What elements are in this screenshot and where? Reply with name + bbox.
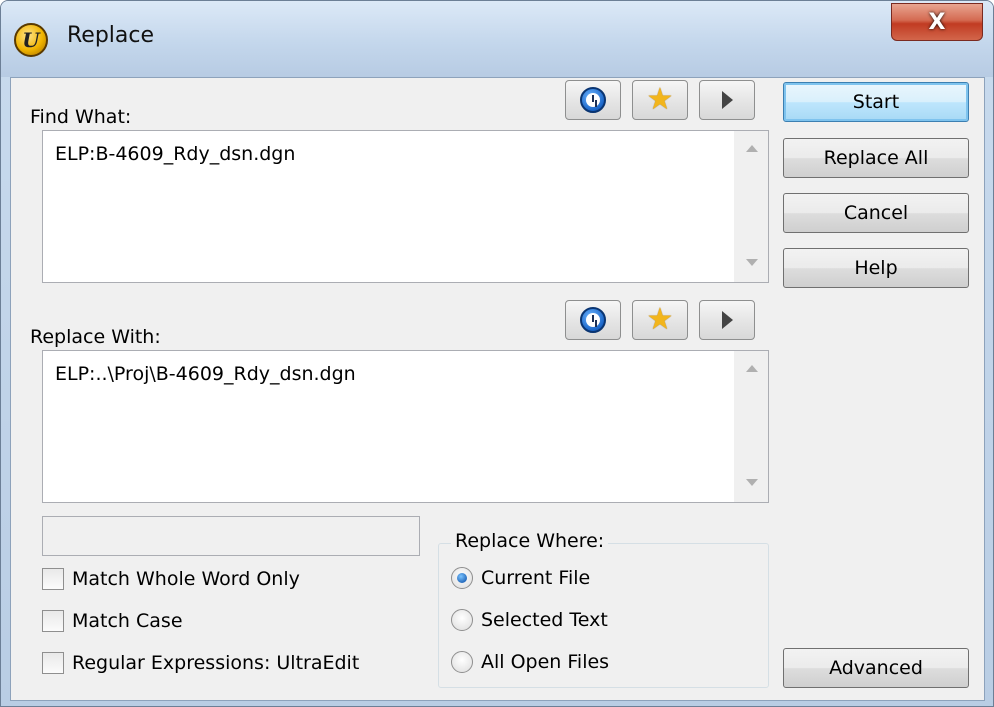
find-history-button[interactable]	[565, 80, 621, 120]
radio-button-selected[interactable]	[451, 567, 473, 589]
radio-button[interactable]	[451, 651, 473, 673]
match-whole-word-label: Match Whole Word Only	[72, 568, 300, 590]
match-case-label: Match Case	[72, 610, 183, 632]
expand-arrow-icon	[721, 311, 733, 329]
history-clock-icon	[580, 87, 606, 113]
expand-arrow-icon	[721, 91, 733, 109]
scroll-down-arrow-icon[interactable]	[746, 259, 758, 266]
regex-label: Regular Expressions: UltraEdit	[72, 652, 360, 674]
checkbox-box[interactable]	[42, 610, 64, 632]
replace-with-input[interactable]: ELP:..\Proj\B-4609_Rdy_dsn.dgn	[42, 350, 769, 503]
close-button[interactable]: X	[891, 3, 983, 41]
advanced-button[interactable]: Advanced	[783, 648, 969, 688]
find-what-label: Find What:	[30, 106, 132, 128]
cancel-button[interactable]: Cancel	[783, 193, 969, 233]
find-what-input[interactable]: ELP:B-4609_Rdy_dsn.dgn	[42, 130, 769, 283]
dialog-client-area: Find What: ★ ELP:B-4609_Rdy_dsn.dgn Repl…	[10, 77, 985, 701]
scroll-down-arrow-icon[interactable]	[746, 479, 758, 486]
status-field	[42, 516, 420, 556]
title-bar[interactable]: U Replace	[1, 1, 993, 77]
replace-with-value: ELP:..\Proj\B-4609_Rdy_dsn.dgn	[55, 363, 356, 385]
replace-where-title: Replace Where:	[451, 530, 609, 552]
start-button[interactable]: Start	[783, 82, 969, 122]
checkbox-box[interactable]	[42, 652, 64, 674]
replace-favorites-button[interactable]: ★	[632, 300, 688, 340]
selected-text-label: Selected Text	[481, 609, 608, 631]
replace-expand-button[interactable]	[699, 300, 755, 340]
replace-all-button[interactable]: Replace All	[783, 138, 969, 178]
find-what-value: ELP:B-4609_Rdy_dsn.dgn	[55, 143, 296, 165]
replace-with-label: Replace With:	[30, 326, 161, 348]
regex-checkbox[interactable]: Regular Expressions: UltraEdit	[42, 652, 359, 674]
radio-all-open-files[interactable]: All Open Files	[451, 651, 609, 673]
find-expand-button[interactable]	[699, 80, 755, 120]
window-title: Replace	[67, 23, 155, 48]
scroll-up-arrow-icon[interactable]	[746, 145, 758, 152]
current-file-label: Current File	[481, 567, 591, 589]
match-case-checkbox[interactable]: Match Case	[42, 610, 183, 632]
all-open-files-label: All Open Files	[481, 651, 610, 673]
radio-current-file[interactable]: Current File	[451, 567, 590, 589]
favorites-star-icon: ★	[646, 82, 674, 117]
favorites-star-icon: ★	[646, 302, 674, 337]
find-favorites-button[interactable]: ★	[632, 80, 688, 120]
replace-history-button[interactable]	[565, 300, 621, 340]
find-scrollbar[interactable]	[734, 131, 768, 282]
match-whole-word-checkbox[interactable]: Match Whole Word Only	[42, 568, 300, 590]
replace-scrollbar[interactable]	[734, 351, 768, 502]
radio-button[interactable]	[451, 609, 473, 631]
ultraedit-app-icon: U	[14, 23, 48, 57]
radio-selected-text[interactable]: Selected Text	[451, 609, 608, 631]
history-clock-icon	[580, 307, 606, 333]
scroll-up-arrow-icon[interactable]	[746, 365, 758, 372]
help-button[interactable]: Help	[783, 248, 969, 288]
replace-dialog-window: U Replace X Find What: ★ ELP:B-4609_Rdy_…	[0, 0, 994, 707]
checkbox-box[interactable]	[42, 568, 64, 590]
